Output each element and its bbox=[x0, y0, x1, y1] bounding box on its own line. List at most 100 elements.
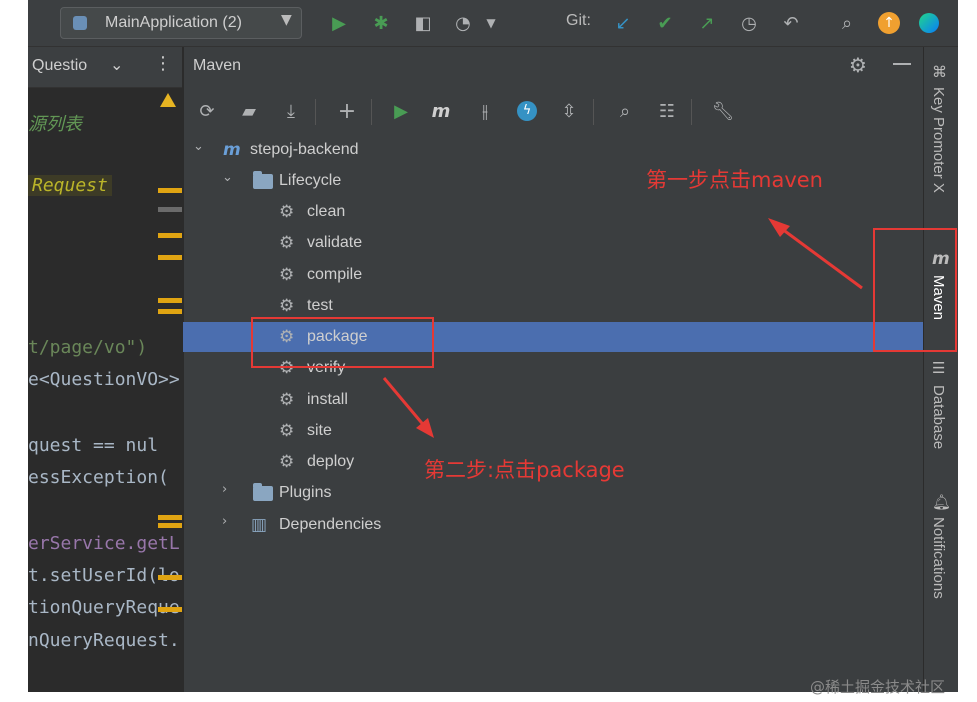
profile-icon[interactable]: ◔ bbox=[450, 10, 476, 36]
main-toolbar: MainApplication (2) ▼ ▶ ✱ ◧ ◔ ▼ Git: ↙ ✔… bbox=[28, 0, 958, 47]
goal-label: clean bbox=[307, 203, 346, 220]
more-options-icon[interactable]: ⋮ bbox=[154, 53, 172, 74]
analyze-dependencies-icon[interactable]: ⌕ bbox=[611, 97, 639, 125]
code-line: erService.getL bbox=[28, 533, 180, 554]
toolbar-separator bbox=[315, 99, 316, 125]
add-folder-icon[interactable]: ▰ bbox=[235, 97, 263, 125]
toolbar-separator bbox=[593, 99, 594, 125]
git-label: Git: bbox=[566, 12, 591, 29]
add-icon[interactable]: + bbox=[333, 97, 361, 125]
gear-icon: ⚙ bbox=[279, 202, 295, 222]
chevron-right-icon[interactable]: › bbox=[222, 482, 227, 497]
plugins-label: Plugins bbox=[279, 484, 332, 501]
error-stripe-mark[interactable] bbox=[158, 298, 182, 303]
coverage-icon[interactable]: ◧ bbox=[410, 10, 436, 36]
code-editor[interactable]: Questio ⌄ ⋮ 源列表 Request t/page/vo") e<Qu… bbox=[28, 47, 182, 692]
code-line: 源列表 bbox=[28, 114, 82, 135]
code-line: nQueryRequest. bbox=[28, 630, 180, 651]
git-rollback-icon[interactable]: ↶ bbox=[778, 10, 804, 36]
minimize-icon[interactable] bbox=[893, 63, 911, 65]
project-name: stepoj-backend bbox=[250, 141, 359, 158]
tool-tab-database[interactable]: Database bbox=[930, 385, 947, 449]
goal-label: validate bbox=[307, 234, 363, 251]
tool-tab-notifications[interactable]: Notifications bbox=[930, 517, 947, 599]
dependencies-icon: ▥ bbox=[251, 515, 268, 535]
maven-goal-icon[interactable]: m bbox=[427, 97, 455, 125]
collapse-all-icon[interactable]: ⇳ bbox=[555, 97, 583, 125]
chevron-right-icon[interactable]: › bbox=[222, 514, 227, 529]
gear-icon[interactable]: ⚙ bbox=[849, 53, 867, 77]
more-run-actions-icon[interactable]: ▼ bbox=[478, 10, 504, 36]
folder-icon bbox=[253, 171, 273, 189]
code-line: quest == nul bbox=[28, 435, 159, 456]
error-stripe-mark[interactable] bbox=[158, 515, 182, 520]
wrench-icon[interactable]: 🔧︎ bbox=[709, 97, 737, 125]
chevron-down-icon[interactable]: ⌄ bbox=[222, 170, 233, 185]
skip-tests-icon[interactable]: ϟ bbox=[513, 97, 541, 125]
lifecycle-goal-install[interactable]: ⚙ install bbox=[183, 385, 923, 415]
tree-node-dependencies[interactable]: › ▥ Dependencies bbox=[183, 510, 923, 540]
ide-window: MainApplication (2) ▼ ▶ ✱ ◧ ◔ ▼ Git: ↙ ✔… bbox=[28, 0, 958, 692]
run-icon[interactable]: ▶ bbox=[326, 10, 352, 36]
lifecycle-label: Lifecycle bbox=[279, 172, 342, 189]
annotation-step2-text: 第二步:点击package bbox=[424, 458, 625, 482]
chevron-down-icon: ▼ bbox=[281, 12, 292, 28]
run-config-label: MainApplication (2) bbox=[105, 14, 242, 31]
key-promoter-icon: ⌘ bbox=[932, 63, 947, 81]
download-icon[interactable]: ⤓ bbox=[277, 97, 305, 125]
tool-tab-key-promoter[interactable]: Key Promoter X bbox=[930, 87, 947, 193]
lifecycle-goal-site[interactable]: ⚙ site bbox=[183, 416, 923, 446]
search-icon[interactable]: ⌕ bbox=[834, 10, 860, 36]
gear-icon: ⚙ bbox=[279, 296, 295, 316]
lifecycle-goal-clean[interactable]: ⚙ clean bbox=[183, 197, 923, 227]
annotation-step1-text: 第一步点击maven bbox=[646, 168, 823, 192]
code-line: Request bbox=[28, 175, 112, 196]
error-stripe-mark[interactable] bbox=[158, 309, 182, 314]
chevron-down-icon[interactable]: ⌄ bbox=[193, 139, 204, 154]
error-stripe-mark[interactable] bbox=[158, 207, 182, 212]
error-stripe-mark[interactable] bbox=[158, 233, 182, 238]
code-line: t.setUserId(lo bbox=[28, 565, 180, 586]
git-history-icon[interactable]: ◷ bbox=[736, 10, 762, 36]
code-line: e<QuestionVO>> bbox=[28, 369, 180, 390]
error-stripe-mark[interactable] bbox=[158, 255, 182, 260]
run-icon[interactable]: ▶ bbox=[387, 97, 415, 125]
debug-icon[interactable]: ✱ bbox=[368, 10, 394, 36]
warning-icon[interactable] bbox=[160, 93, 176, 107]
lifecycle-goal-validate[interactable]: ⚙ validate bbox=[183, 228, 923, 258]
bell-icon: 🔔︎ bbox=[932, 493, 952, 511]
show-diagram-icon[interactable]: ☷ bbox=[653, 97, 681, 125]
folder-icon bbox=[253, 483, 273, 501]
lifecycle-goal-compile[interactable]: ⚙ compile bbox=[183, 260, 923, 290]
goal-label: install bbox=[307, 391, 348, 408]
git-update-icon[interactable]: ↙ bbox=[610, 10, 636, 36]
code-line: t/page/vo") bbox=[28, 337, 148, 358]
toggle-offline-icon[interactable]: ⫲ bbox=[471, 97, 499, 125]
error-stripe-mark[interactable] bbox=[158, 188, 182, 193]
right-tool-strip: ⌘ Key Promoter X m Maven ☰ Database 🔔︎ N… bbox=[923, 47, 958, 692]
watermark: @稀土掘金技术社区 bbox=[810, 678, 946, 696]
error-stripe-mark[interactable] bbox=[158, 607, 182, 612]
code-line: tionQueryReque bbox=[28, 597, 180, 618]
tree-node-project[interactable]: ⌄ m stepoj-backend bbox=[183, 135, 923, 165]
maven-project-icon: m bbox=[223, 140, 241, 160]
goal-label: test bbox=[307, 297, 333, 314]
gear-icon: ⚙ bbox=[279, 233, 295, 253]
git-commit-icon[interactable]: ✔ bbox=[652, 10, 678, 36]
git-push-icon[interactable]: ↗ bbox=[694, 10, 720, 36]
maven-tool-window: Maven ⚙ ⟳ ▰ ⤓ + ▶ m ⫲ ϟ ⇳ ⌕ ☷ 🔧︎ ⌄ m ste… bbox=[183, 47, 923, 692]
maven-panel-title: Maven bbox=[193, 57, 242, 74]
goal-label: deploy bbox=[307, 453, 355, 470]
chevron-down-icon[interactable]: ⌄ bbox=[110, 55, 123, 74]
run-configuration-selector[interactable]: MainApplication (2) ▼ bbox=[60, 7, 302, 39]
code-line: essException( bbox=[28, 467, 169, 488]
error-stripe-mark[interactable] bbox=[158, 523, 182, 528]
ide-update-icon[interactable]: ↑ bbox=[876, 10, 902, 36]
run-config-icon bbox=[73, 16, 87, 30]
reload-icon[interactable]: ⟳ bbox=[193, 97, 221, 125]
editor-tab-label[interactable]: Questio bbox=[32, 57, 87, 75]
plugin-logo-icon[interactable] bbox=[916, 10, 942, 36]
gear-icon: ⚙ bbox=[279, 390, 295, 410]
error-stripe-mark[interactable] bbox=[158, 575, 182, 580]
database-icon: ☰ bbox=[932, 359, 946, 377]
